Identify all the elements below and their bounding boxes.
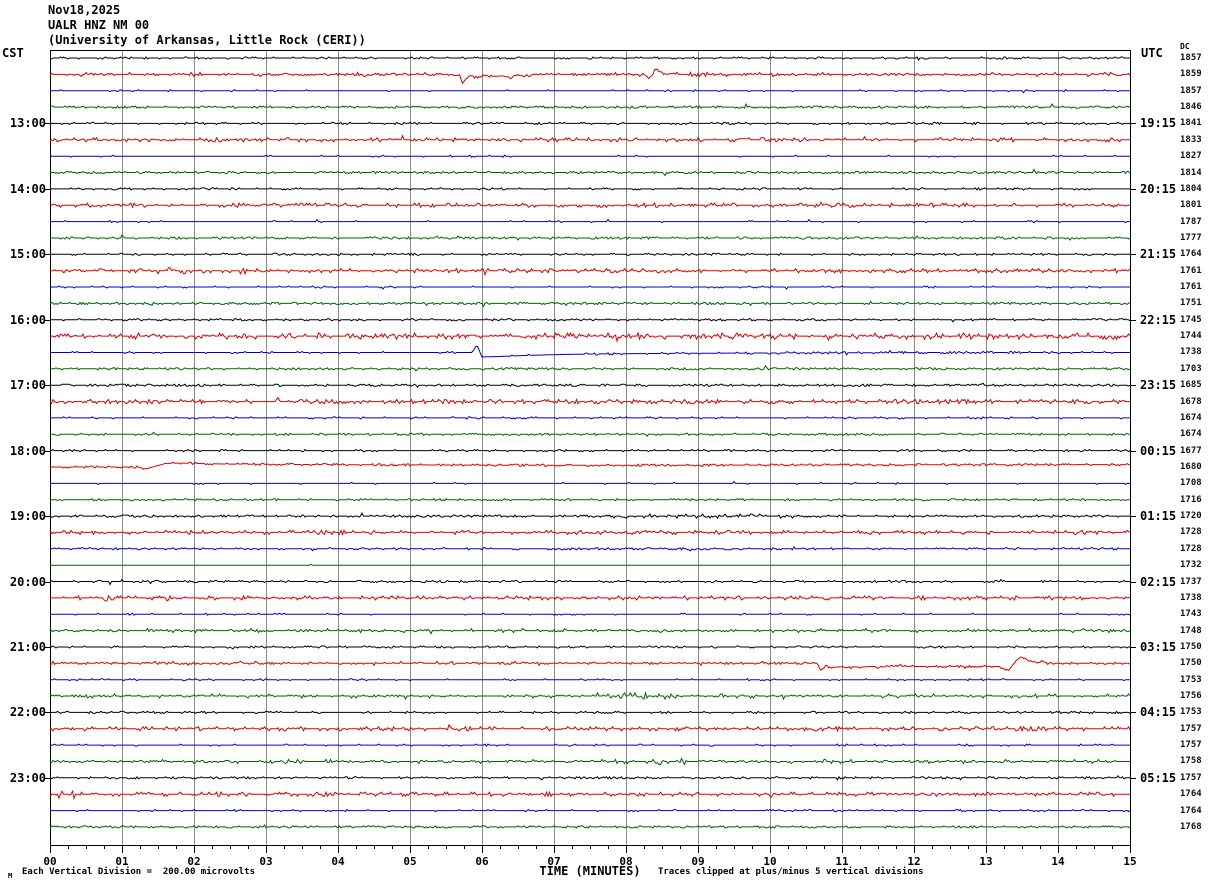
seismogram-trace <box>50 808 1131 813</box>
seismogram-trace <box>50 318 1131 323</box>
seismogram-trace <box>50 480 1130 486</box>
seismogram-trace <box>50 743 1130 747</box>
seismogram-trace <box>49 511 1130 520</box>
x-tick-label: 04 <box>331 855 345 868</box>
seismogram-trace <box>50 121 1130 126</box>
x-axis-title: TIME (MINUTES) <box>539 864 641 878</box>
seismogram-trace <box>50 645 1130 650</box>
seismogram-trace <box>49 627 1131 635</box>
seismogram-trace <box>50 710 1131 715</box>
seismogram-trace <box>50 234 1131 241</box>
seismogram-trace <box>50 563 1130 566</box>
micro-unit-label: M <box>8 872 13 880</box>
seismogram-trace <box>49 578 1130 586</box>
seismogram-trace <box>49 102 1131 109</box>
seismogram-trace <box>49 823 1131 829</box>
seismogram-trace <box>50 448 1131 453</box>
seismogram-trace <box>50 267 1131 277</box>
seismogram-trace <box>50 497 1130 502</box>
seismogram-trace <box>49 774 1130 781</box>
seismogram-trace <box>49 285 1130 290</box>
seismogram-trace <box>50 187 1130 191</box>
seismogram-trace <box>49 691 1131 701</box>
seismogram-trace <box>50 545 1130 552</box>
seismogram-trace <box>50 252 1130 257</box>
seismogram-trace <box>50 382 1131 389</box>
seismogram-trace <box>49 528 1131 536</box>
seismogram-trace <box>50 461 1130 470</box>
seismogram-trace <box>50 656 1131 672</box>
seismogram-plot <box>44 50 1136 853</box>
seismogram-trace <box>50 201 1130 209</box>
seismogram-trace <box>50 416 1130 420</box>
plot-frame <box>50 50 1131 846</box>
x-tick-label: 13 <box>979 855 993 868</box>
vertical-scale-note: Each Vertical Division = 200.00 microvol… <box>22 867 255 877</box>
seismogram-trace <box>50 89 1130 94</box>
seismogram-trace <box>50 218 1130 224</box>
seismogram-trace <box>49 331 1131 343</box>
x-tick-label: 06 <box>475 855 489 868</box>
helicorder-screen: Nov18,2025 UALR HNZ NM 00 (University of… <box>0 0 1210 886</box>
seismogram-trace <box>50 612 1131 616</box>
x-tick-label: 15 <box>1123 855 1137 868</box>
seismogram-trace <box>50 678 1130 682</box>
seismogram-trace <box>50 56 1130 61</box>
seismogram-trace <box>49 757 1130 766</box>
seismogram-trace <box>50 168 1131 177</box>
seismogram-trace <box>50 594 1131 602</box>
seismogram-trace <box>50 723 1131 733</box>
x-tick-label: 03 <box>259 855 273 868</box>
x-tick-label: 14 <box>1051 855 1065 868</box>
x-tick-label: 05 <box>403 855 417 868</box>
seismogram-trace <box>49 396 1130 406</box>
seismogram-trace <box>50 364 1131 372</box>
seismogram-trace <box>49 68 1131 85</box>
seismogram-trace <box>50 431 1130 438</box>
seismogram-trace <box>49 154 1130 158</box>
clipping-note: Traces clipped at plus/minus 5 vertical … <box>658 867 924 877</box>
seismogram-trace <box>50 345 1130 358</box>
seismogram-trace <box>49 789 1130 800</box>
seismogram-trace <box>49 134 1130 143</box>
seismogram-trace <box>49 300 1131 308</box>
